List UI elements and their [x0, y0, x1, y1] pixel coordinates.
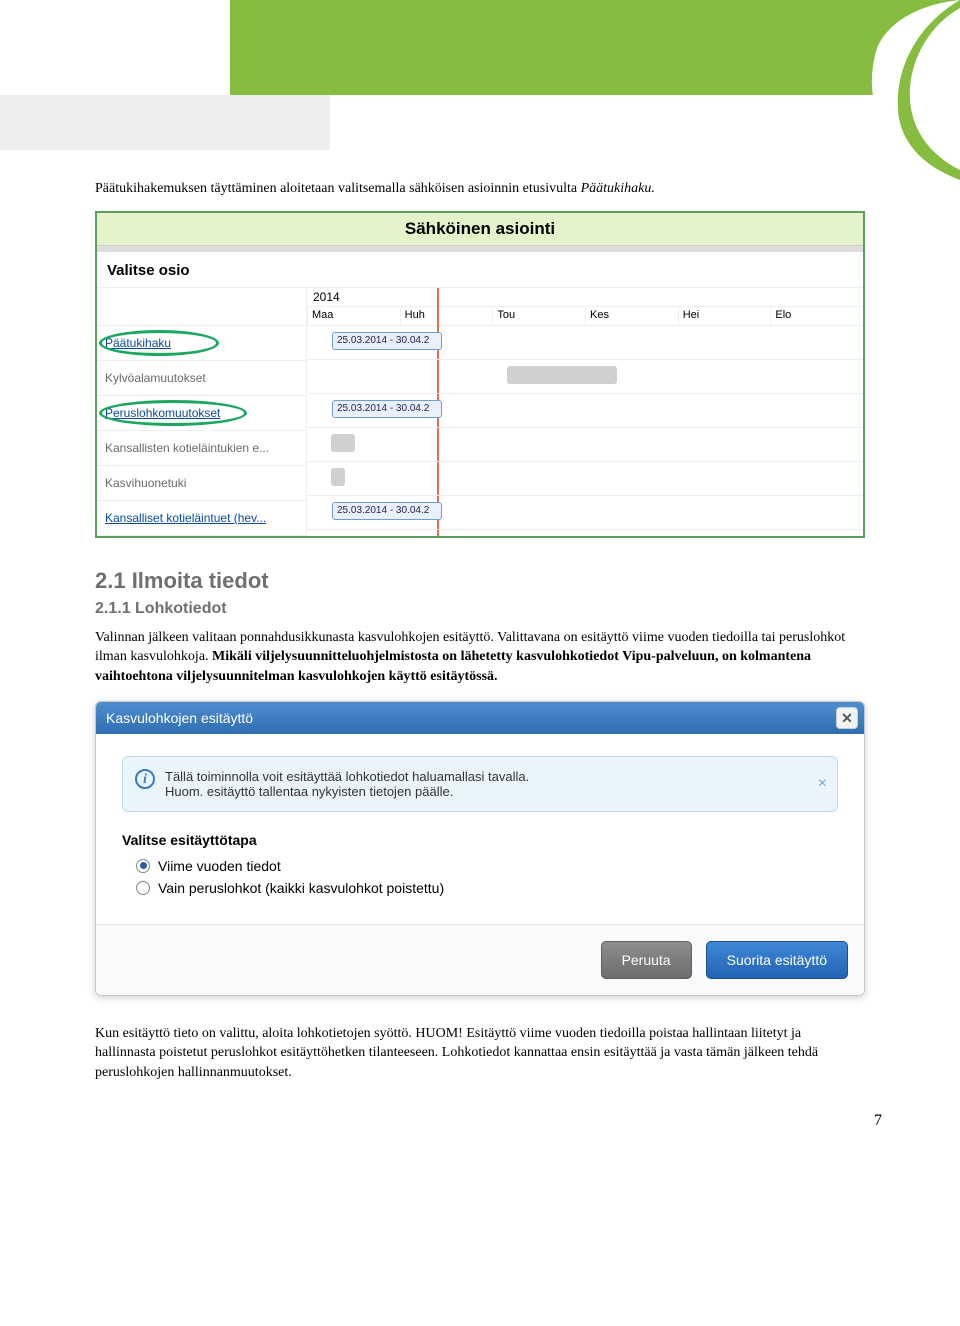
- screenshot-dialog: Kasvulohkojen esitäyttö ✕ i Tällä toimin…: [95, 701, 865, 996]
- timeline-year: 2014: [307, 288, 863, 307]
- row-peruslohkomuutokset[interactable]: Peruslohkomuutokset: [97, 396, 306, 431]
- radio-icon: [136, 859, 150, 873]
- radio-icon: [136, 881, 150, 895]
- paragraph-after-dialog: Kun esitäyttö tieto on valittu, aloita l…: [95, 1024, 865, 1083]
- date-range-badge: 25.03.2014 - 30.04.2: [332, 502, 442, 520]
- radio-option-vain-peruslohkot[interactable]: Vain peruslohkot (kaikki kasvulohkot poi…: [136, 880, 838, 896]
- dialog-title-bar: Kasvulohkojen esitäyttö ✕: [96, 702, 864, 734]
- timeline-months: MaaHuhTouKesHeiElo: [307, 307, 863, 326]
- fig1-timeline: 2014 MaaHuhTouKesHeiElo 25.03.2014 - 30.…: [307, 288, 863, 536]
- screenshot-timeline: Sähköinen asiointi Valitse osio Päätukih…: [95, 211, 865, 538]
- row-kansallisten[interactable]: Kansallisten kotieläintukien e...: [97, 431, 306, 466]
- info-box: i Tällä toiminnolla voit esitäyttää lohk…: [122, 756, 838, 812]
- fig1-service-list: Päätukihaku Kylvöalamuutokset Peruslohko…: [97, 288, 307, 536]
- row-kasvihuonetuki[interactable]: Kasvihuonetuki: [97, 466, 306, 501]
- gray-range: [331, 468, 345, 486]
- row-paatukihaku[interactable]: Päätukihaku: [97, 326, 306, 361]
- submit-button[interactable]: Suorita esitäyttö: [706, 941, 848, 979]
- heading-2-1: 2.1 Ilmoita tiedot: [95, 568, 865, 594]
- choose-method-label: Valitse esitäyttötapa: [122, 832, 838, 848]
- info-icon: i: [135, 769, 155, 789]
- leaf-icon: [780, 0, 960, 180]
- radio-option-viime-vuoden[interactable]: Viime vuoden tiedot: [136, 858, 838, 874]
- dialog-title: Kasvulohkojen esitäyttö: [106, 710, 253, 726]
- page-number: 7: [0, 1106, 960, 1146]
- close-icon[interactable]: ✕: [836, 707, 858, 729]
- page-header-graphic: [0, 0, 960, 150]
- fig1-select-label: Valitse osio: [97, 252, 863, 288]
- row-kylvoalamuutokset[interactable]: Kylvöalamuutokset: [97, 361, 306, 396]
- heading-2-1-1: 2.1.1 Lohkotiedot: [95, 600, 865, 618]
- gray-range: [507, 366, 617, 384]
- dismiss-info-icon[interactable]: ×: [818, 775, 827, 793]
- cancel-button[interactable]: Peruuta: [601, 941, 692, 979]
- intro-paragraph: Päätukihakemuksen täyttäminen aloitetaan…: [95, 180, 865, 199]
- fig1-title: Sähköinen asiointi: [97, 213, 863, 246]
- row-kansalliset-kotielaintuet[interactable]: Kansalliset kotieläintuet (hev...: [97, 501, 306, 536]
- date-range-badge: 25.03.2014 - 30.04.2: [332, 400, 442, 418]
- paragraph-lohkotiedot: Valinnan jälkeen valitaan ponnahdusikkun…: [95, 628, 865, 687]
- date-range-badge: 25.03.2014 - 30.04.2: [332, 332, 442, 350]
- gray-range: [331, 434, 355, 452]
